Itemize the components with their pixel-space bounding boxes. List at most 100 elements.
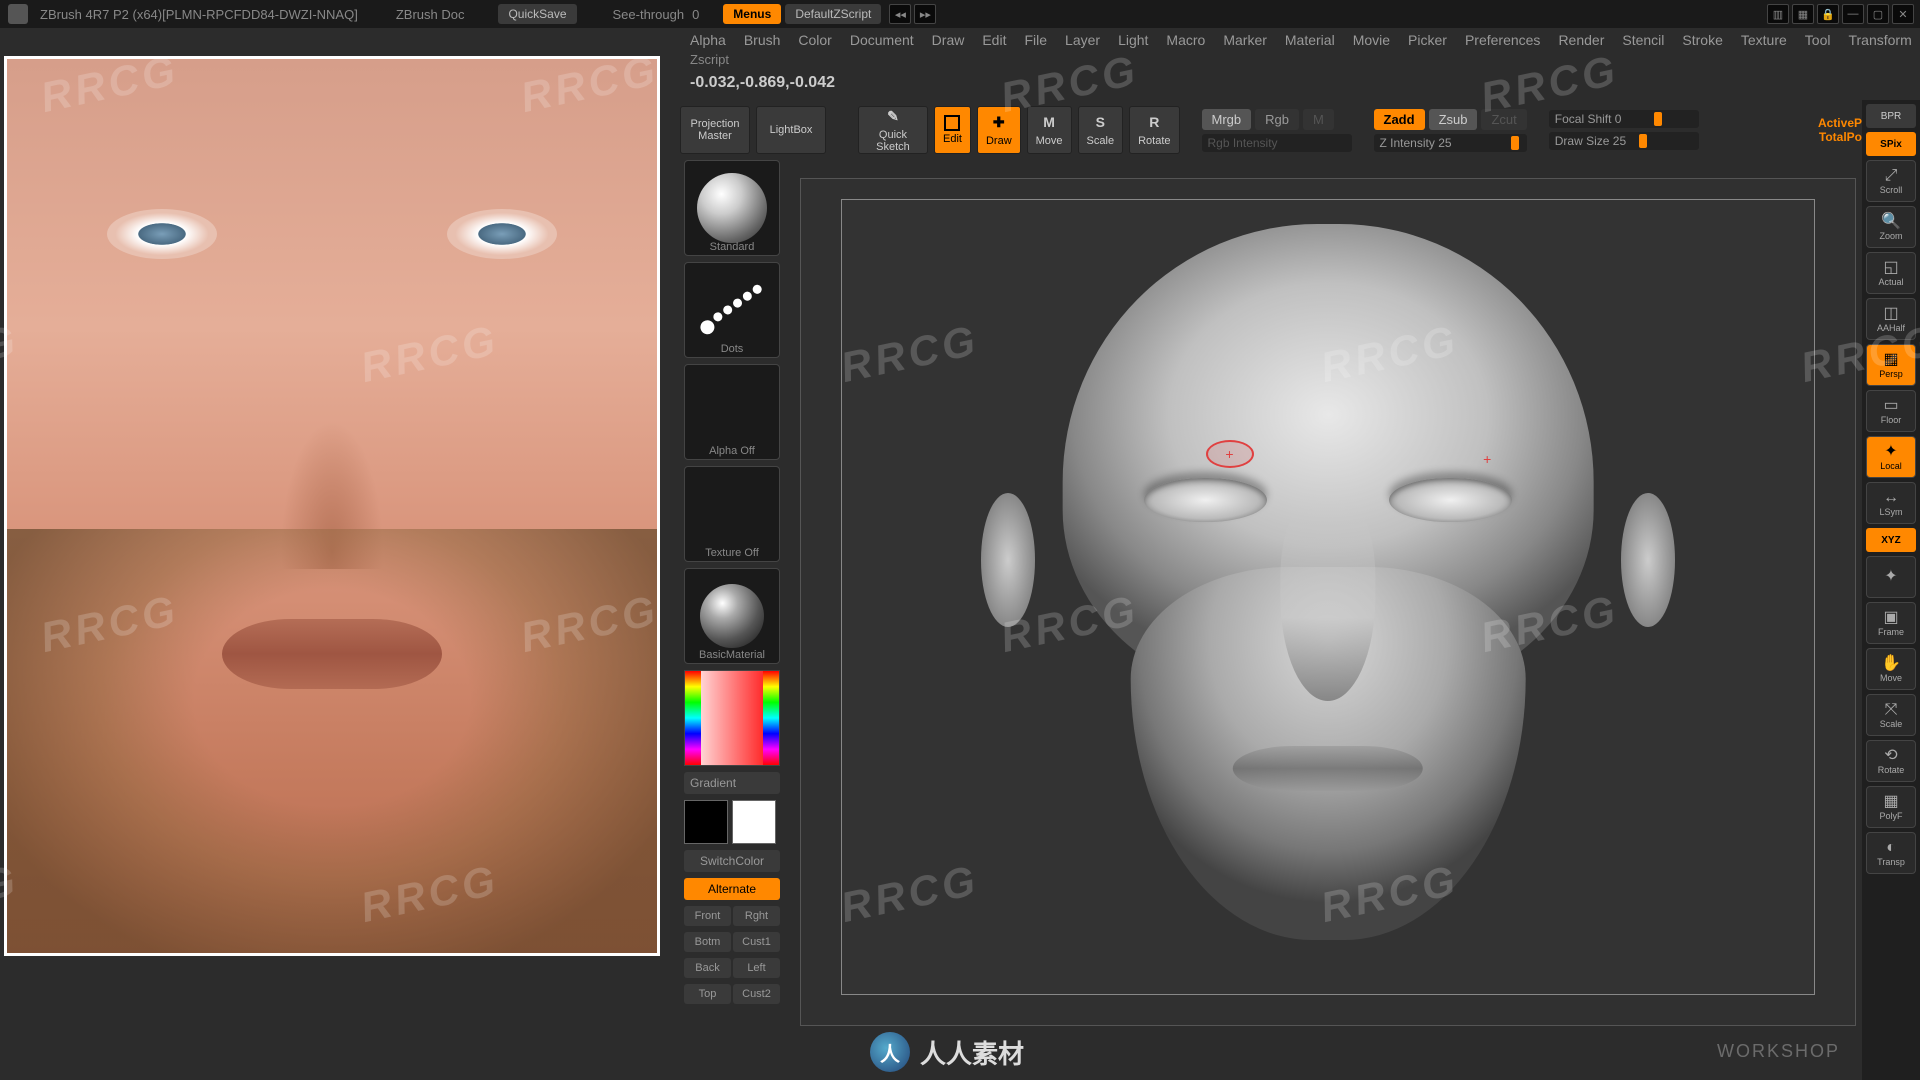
scroll-button[interactable]: ⤢Scroll (1866, 160, 1916, 202)
app-title: ZBrush 4R7 P2 (x64)[PLMN-RPCFDD84-DWZI-N… (36, 7, 362, 22)
menu-alpha[interactable]: Alpha (690, 32, 726, 48)
prev-icon[interactable]: ◂◂ (889, 4, 911, 24)
polyf-button[interactable]: ▦PolyF (1866, 786, 1916, 828)
menu-material[interactable]: Material (1285, 32, 1335, 48)
stroke-slot[interactable]: Dots (684, 262, 780, 358)
secondary-color-swatch[interactable] (684, 800, 728, 844)
maximize-icon[interactable]: ▢ (1867, 4, 1889, 24)
view-front-button[interactable]: Front (684, 906, 731, 926)
zadd-chip[interactable]: Zadd (1374, 109, 1425, 130)
view-cust2-button[interactable]: Cust2 (733, 984, 780, 1004)
pf-button[interactable]: ✦ (1866, 556, 1916, 598)
hue-bar-right[interactable] (763, 671, 779, 765)
view-cust1-button[interactable]: Cust1 (733, 932, 780, 952)
m-chip[interactable]: M (1303, 109, 1334, 130)
rotate-mode-button[interactable]: RRotate (1129, 106, 1179, 154)
menu-color[interactable]: Color (798, 32, 831, 48)
primary-color-swatch[interactable] (732, 800, 776, 844)
texture-slot[interactable]: Texture Off (684, 466, 780, 562)
menu-edit[interactable]: Edit (982, 32, 1006, 48)
view-left-button[interactable]: Left (733, 958, 780, 978)
menu-draw[interactable]: Draw (932, 32, 965, 48)
view-right-button[interactable]: Rght (733, 906, 780, 926)
switchcolor-button[interactable]: SwitchColor (684, 850, 780, 872)
material-slot[interactable]: BasicMaterial (684, 568, 780, 664)
menu-document[interactable]: Document (850, 32, 914, 48)
menu-render[interactable]: Render (1558, 32, 1604, 48)
default-zscript-button[interactable]: DefaultZScript (785, 4, 881, 24)
lsym-button[interactable]: ↔LSym (1866, 482, 1916, 524)
spix-button[interactable]: SPix (1866, 132, 1916, 156)
nav-rotate-button[interactable]: ⟲Rotate (1866, 740, 1916, 782)
layout1-icon[interactable]: ▥ (1767, 4, 1789, 24)
floor-button[interactable]: ▭Floor (1866, 390, 1916, 432)
layout2-icon[interactable]: ▦ (1792, 4, 1814, 24)
nav-move-label: Move (1880, 673, 1902, 683)
zsub-chip[interactable]: Zsub (1429, 109, 1478, 130)
menu-transform[interactable]: Transform (1848, 32, 1911, 48)
aahalf-button[interactable]: ◫AAHalf (1866, 298, 1916, 340)
quicksave-button[interactable]: QuickSave (498, 4, 576, 24)
seethrough-value[interactable]: 0 (688, 7, 703, 22)
title-bar: ZBrush 4R7 P2 (x64)[PLMN-RPCFDD84-DWZI-N… (0, 0, 1920, 28)
local-button[interactable]: ✦Local (1866, 436, 1916, 478)
bpr-button[interactable]: BPR (1866, 104, 1916, 128)
edit-icon (944, 115, 960, 131)
focal-shift-slider[interactable]: Focal Shift 0 (1549, 110, 1699, 128)
color-picker[interactable] (684, 670, 780, 766)
view-top-button[interactable]: Top (684, 984, 731, 1004)
menu-preferences[interactable]: Preferences (1465, 32, 1540, 48)
menu-brush[interactable]: Brush (744, 32, 781, 48)
view-back-button[interactable]: Back (684, 958, 731, 978)
minimize-icon[interactable]: — (1842, 4, 1864, 24)
menu-stroke[interactable]: Stroke (1682, 32, 1722, 48)
zoom-button[interactable]: 🔍Zoom (1866, 206, 1916, 248)
brush-slot[interactable]: Standard (684, 160, 780, 256)
menu-light[interactable]: Light (1118, 32, 1148, 48)
menus-button[interactable]: Menus (723, 4, 781, 24)
zcut-chip[interactable]: Zcut (1481, 109, 1526, 130)
next-icon[interactable]: ▸▸ (914, 4, 936, 24)
menu-stencil[interactable]: Stencil (1622, 32, 1664, 48)
menu-movie[interactable]: Movie (1353, 32, 1390, 48)
move-mode-button[interactable]: MMove (1027, 106, 1072, 154)
scale-mode-button[interactable]: SScale (1078, 106, 1124, 154)
menu-macro[interactable]: Macro (1166, 32, 1205, 48)
top-shelf: Projection Master LightBox ✎Quick Sketch… (680, 100, 1862, 160)
draw-icon: ✚ (989, 113, 1009, 133)
persp-button[interactable]: ▦Persp (1866, 344, 1916, 386)
transp-button[interactable]: ◐Transp (1866, 832, 1916, 874)
lock-icon[interactable]: 🔒 (1817, 4, 1839, 24)
hue-bar-left[interactable] (685, 671, 701, 765)
actual-button[interactable]: ◱Actual (1866, 252, 1916, 294)
menu-file[interactable]: File (1024, 32, 1047, 48)
menu-marker[interactable]: Marker (1223, 32, 1267, 48)
xyz-button[interactable]: XYZ (1866, 528, 1916, 552)
menu-bar: Alpha Brush Color Document Draw Edit Fil… (680, 28, 1920, 52)
sculpt-head-mesh[interactable]: + (988, 224, 1668, 970)
rgb-chip[interactable]: Rgb (1255, 109, 1299, 130)
rgb-intensity-slider[interactable]: Rgb Intensity (1202, 134, 1352, 152)
draw-mode-button[interactable]: ✚Draw (977, 106, 1021, 154)
view-bottom-button[interactable]: Botm (684, 932, 731, 952)
frame-button[interactable]: ▣Frame (1866, 602, 1916, 644)
viewport[interactable]: + (800, 178, 1856, 1026)
alpha-slot[interactable]: Alpha Off (684, 364, 780, 460)
menu-layer[interactable]: Layer (1065, 32, 1100, 48)
nav-scale-icon: ⤧ (1885, 702, 1898, 718)
z-intensity-slider[interactable]: Z Intensity 25 (1374, 134, 1527, 152)
quick-sketch-button[interactable]: ✎Quick Sketch (858, 106, 928, 154)
draw-size-slider[interactable]: Draw Size 25 (1549, 132, 1699, 150)
nav-move-button[interactable]: ✋Move (1866, 648, 1916, 690)
nav-scale-button[interactable]: ⤧Scale (1866, 694, 1916, 736)
mrgb-chip[interactable]: Mrgb (1202, 109, 1252, 130)
lightbox-button[interactable]: LightBox (756, 106, 826, 154)
menu-tool[interactable]: Tool (1805, 32, 1831, 48)
menu-picker[interactable]: Picker (1408, 32, 1447, 48)
menu-texture[interactable]: Texture (1741, 32, 1787, 48)
edit-mode-button[interactable]: Edit (934, 106, 971, 154)
alternate-button[interactable]: Alternate (684, 878, 780, 900)
close-icon[interactable]: ✕ (1892, 4, 1914, 24)
projection-master-button[interactable]: Projection Master (680, 106, 750, 154)
gradient-button[interactable]: Gradient (684, 772, 780, 794)
